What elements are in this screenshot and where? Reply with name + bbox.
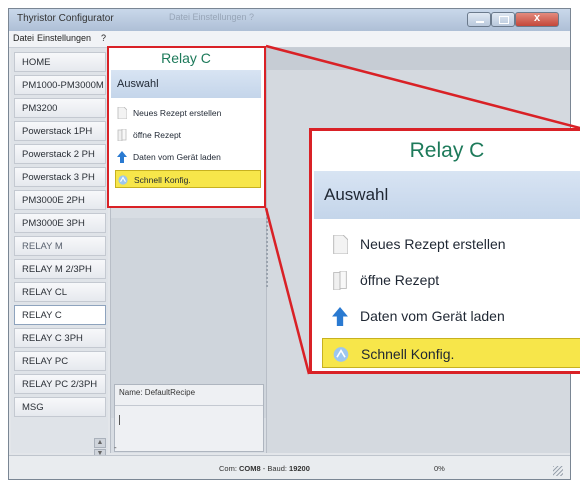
ghost-menu-reflection: Datei Einstellungen ?	[169, 12, 255, 22]
com-prefix: Com:	[219, 464, 240, 473]
maximize-button[interactable]	[491, 12, 515, 27]
sidebar-item-pm3000e-2ph[interactable]: PM3000E 2PH	[14, 190, 106, 210]
sidebar-item-relay-m[interactable]: RELAY M	[14, 236, 106, 256]
load-from-device-label-zoomed: Daten vom Gerät laden	[360, 308, 505, 324]
recipe-name-label: Name: DefaultRecipe	[119, 388, 196, 397]
new-document-icon	[117, 107, 127, 119]
sidebar-item-powerstack-1ph[interactable]: Powerstack 1PH	[14, 121, 106, 141]
quick-config-button-zoomed[interactable]: Schnell Konfig.	[322, 338, 580, 368]
scroll-up-arrow-icon[interactable]: ▲	[94, 438, 106, 448]
quick-config-button[interactable]: Schnell Konfig.	[115, 170, 261, 188]
sidebar-item-relay-c[interactable]: RELAY C	[14, 305, 106, 325]
quick-config-icon	[333, 347, 349, 362]
new-recipe-label-zoomed: Neues Rezept erstellen	[360, 236, 506, 252]
panel-bottom-mark: -	[114, 443, 117, 452]
progress-percent: 0%	[434, 464, 445, 473]
new-recipe-button[interactable]: Neues Rezept erstellen	[115, 104, 261, 122]
popup-section-header: Auswahl	[111, 70, 261, 98]
sidebar-item-pm3200[interactable]: PM3200	[14, 98, 106, 118]
recipe-name-box[interactable]: Name: DefaultRecipe	[114, 384, 264, 452]
load-from-device-label: Daten vom Gerät laden	[133, 152, 221, 162]
connection-status: Com: COM8 - Baud: 19200	[219, 464, 310, 473]
menu-datei[interactable]: Datei	[13, 33, 34, 43]
popup-title-zoomed: Relay C	[409, 139, 485, 162]
menu-help[interactable]: ?	[101, 33, 106, 43]
quick-config-icon	[118, 175, 128, 185]
minimize-button[interactable]	[467, 12, 491, 27]
sidebar-item-relay-cl[interactable]: RELAY CL	[14, 282, 106, 302]
divider	[115, 405, 263, 406]
splitter-handle[interactable]	[266, 209, 268, 289]
close-button[interactable]	[515, 12, 559, 27]
open-recipe-label: öffne Rezept	[133, 130, 182, 140]
popup-title: Relay C	[161, 50, 211, 66]
sidebar-item-relay-pc[interactable]: RELAY PC	[14, 351, 106, 371]
new-recipe-label: Neues Rezept erstellen	[133, 108, 222, 118]
open-recipe-button-zoomed[interactable]: öffne Rezept	[322, 265, 580, 295]
baud-prefix: - Baud:	[260, 464, 290, 473]
com-port: COM8	[239, 464, 261, 473]
sidebar-item-relay-m-2-3ph[interactable]: RELAY M 2/3PH	[14, 259, 106, 279]
sidebar-item-msg[interactable]: MSG	[14, 397, 106, 417]
relay-c-popup-zoomed: Relay C Auswahl Neues Rezept erstellen ö…	[309, 128, 580, 374]
quick-config-label-zoomed: Schnell Konfig.	[361, 346, 455, 362]
status-bar: Com: COM8 - Baud: 19200 0%	[9, 455, 570, 479]
menu-einstellungen[interactable]: Einstellungen	[37, 33, 91, 43]
arrow-up-icon	[117, 151, 127, 163]
text-cursor	[119, 415, 120, 425]
new-document-icon	[333, 235, 348, 254]
new-recipe-button-zoomed[interactable]: Neues Rezept erstellen	[322, 229, 580, 259]
open-document-icon	[333, 271, 347, 290]
open-document-icon	[117, 129, 127, 141]
arrow-up-icon	[332, 307, 348, 326]
baud-rate: 19200	[289, 464, 310, 473]
title-bar[interactable]: Thyristor Configurator Datei Einstellung…	[9, 9, 570, 32]
quick-config-label: Schnell Konfig.	[134, 175, 191, 185]
sidebar-item-home[interactable]: HOME	[14, 52, 106, 72]
sidebar-item-pm1000-pm3000m[interactable]: PM1000-PM3000M	[14, 75, 106, 95]
sidebar-item-relay-c-3ph[interactable]: RELAY C 3PH	[14, 328, 106, 348]
sidebar-item-powerstack-2ph[interactable]: Powerstack 2 PH	[14, 144, 106, 164]
open-recipe-button[interactable]: öffne Rezept	[115, 126, 261, 144]
window-title: Thyristor Configurator	[17, 13, 114, 24]
sidebar-item-powerstack-3ph[interactable]: Powerstack 3 PH	[14, 167, 106, 187]
relay-c-popup-small: Relay C Auswahl Neues Rezept erstellen ö…	[107, 46, 266, 208]
load-from-device-button[interactable]: Daten vom Gerät laden	[115, 148, 261, 166]
sidebar-item-relay-pc-2-3ph[interactable]: RELAY PC 2/3PH	[14, 374, 106, 394]
resize-grip-icon[interactable]	[553, 466, 563, 476]
popup-section-header-zoomed: Auswahl	[314, 171, 580, 219]
open-recipe-label-zoomed: öffne Rezept	[360, 272, 440, 288]
load-from-device-button-zoomed[interactable]: Daten vom Gerät laden	[322, 301, 580, 331]
sidebar-item-pm3000e-3ph[interactable]: PM3000E 3PH	[14, 213, 106, 233]
content-header	[267, 48, 570, 70]
menu-bar: Datei Einstellungen ?	[9, 31, 570, 48]
device-sidebar: HOME PM1000-PM3000M PM3200 Powerstack 1P…	[11, 48, 108, 453]
